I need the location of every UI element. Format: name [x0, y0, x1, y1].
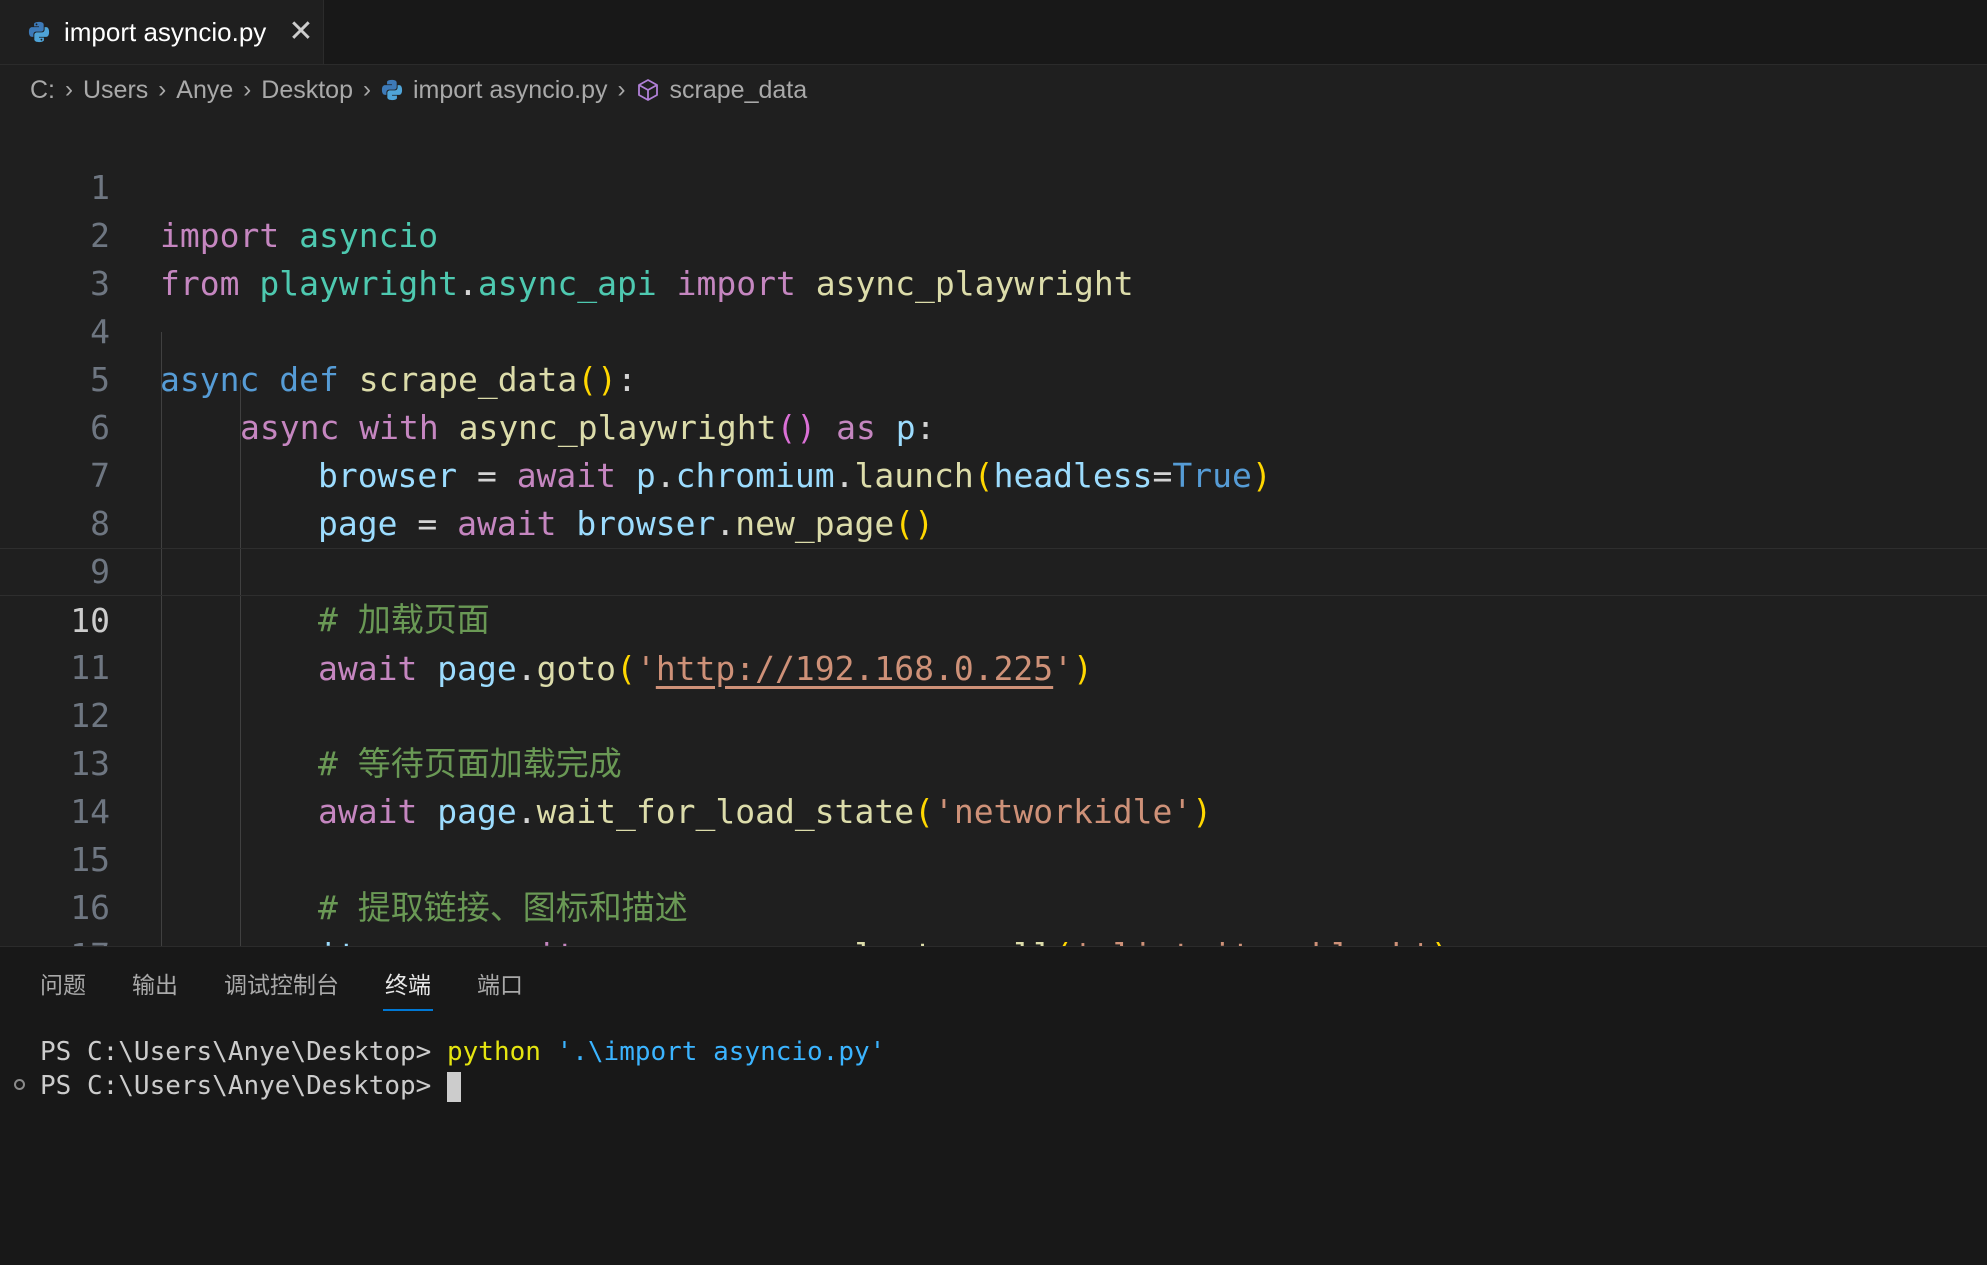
tab-problems[interactable]: 问题	[40, 965, 86, 1005]
terminal-line: PS C:\Users\Anye\Desktop>	[14, 1069, 885, 1103]
chevron-right-icon: ›	[617, 76, 626, 103]
code-line[interactable]: 18	[0, 932, 1987, 946]
tab-ports[interactable]: 端口	[477, 965, 523, 1005]
code-line[interactable]: 12 # 等待页面加载完成	[0, 644, 1987, 783]
code-line[interactable]: 2 from playwright.async_api import async…	[0, 164, 1987, 303]
close-icon[interactable]: ✕	[288, 17, 313, 47]
code-line[interactable]: 14	[0, 740, 1987, 831]
chevron-right-icon: ›	[243, 76, 252, 103]
terminal[interactable]: PS C:\Users\Anye\Desktop> python '.\impo…	[14, 1035, 886, 1103]
breadcrumb-item-anye[interactable]: Anye	[176, 76, 233, 105]
code-line[interactable]: 13 await page.wait_for_load_state('netwo…	[0, 692, 1987, 831]
code-line[interactable]: 5 async with async_playwright() as p:	[0, 308, 1987, 447]
code-line[interactable]: 3	[0, 212, 1987, 303]
code-line[interactable]: 17 data = []	[0, 884, 1987, 946]
vscode-window: import asyncio.py ✕ C: › Users › Anye › …	[0, 0, 1987, 1265]
code-line[interactable]: 7 page = await browser.new_page()	[0, 404, 1987, 543]
code-line[interactable]: 9 # 加载页面	[0, 500, 1987, 639]
code-line[interactable]: 6 browser = await p.chromium.launch(head…	[0, 356, 1987, 495]
panel-tabs: 问题 输出 调试控制台 终端 端口	[40, 965, 569, 1013]
code-line[interactable]: 8	[0, 452, 1987, 543]
terminal-line: PS C:\Users\Anye\Desktop> python '.\impo…	[40, 1037, 886, 1067]
code-line[interactable]: 15 # 提取链接、图标和描述	[0, 788, 1987, 927]
chevron-right-icon: ›	[65, 76, 73, 103]
cube-symbol-icon	[637, 79, 658, 101]
tab-debug-console[interactable]: 调试控制台	[224, 965, 339, 1005]
editor-tab-bar: import asyncio.py ✕	[0, 0, 1987, 65]
code-line[interactable]: 4 async def scrape_data():	[0, 260, 1987, 399]
terminal-cursor	[447, 1071, 462, 1102]
code-line[interactable]: 1 import asyncio	[0, 116, 1987, 255]
breadcrumb: C: › Users › Anye › Desktop › import asy…	[30, 70, 807, 110]
chevron-right-icon: ›	[363, 76, 371, 103]
code-line[interactable]: 11	[0, 596, 1987, 687]
tab-label: import asyncio.py	[64, 16, 267, 47]
breadcrumb-item-file[interactable]: import asyncio.py	[413, 76, 608, 105]
tab-output[interactable]: 输出	[132, 965, 178, 1005]
python-file-icon	[28, 21, 50, 43]
command-status-icon	[14, 1079, 25, 1090]
bottom-panel: 问题 输出 调试控制台 终端 端口 PS C:\Users\Anye\Deskt…	[0, 946, 1987, 1265]
breadcrumb-item-drive[interactable]: C:	[30, 76, 55, 105]
breadcrumb-item-desktop[interactable]: Desktop	[261, 76, 353, 105]
code-line[interactable]: 16 items = await page.query_selector_all…	[0, 836, 1987, 946]
code-line-current[interactable]: 10 await page.goto('http://192.168.0.225…	[0, 548, 1987, 688]
editor-tab[interactable]: import asyncio.py ✕	[0, 0, 324, 64]
breadcrumb-item-function[interactable]: scrape_data	[670, 76, 808, 105]
python-file-icon	[381, 79, 403, 101]
tab-terminal[interactable]: 终端	[383, 965, 433, 1011]
code-editor[interactable]: 1 import asyncio 2 from playwright.async…	[0, 116, 1987, 946]
breadcrumb-item-users[interactable]: Users	[83, 76, 148, 105]
chevron-right-icon: ›	[158, 76, 167, 103]
